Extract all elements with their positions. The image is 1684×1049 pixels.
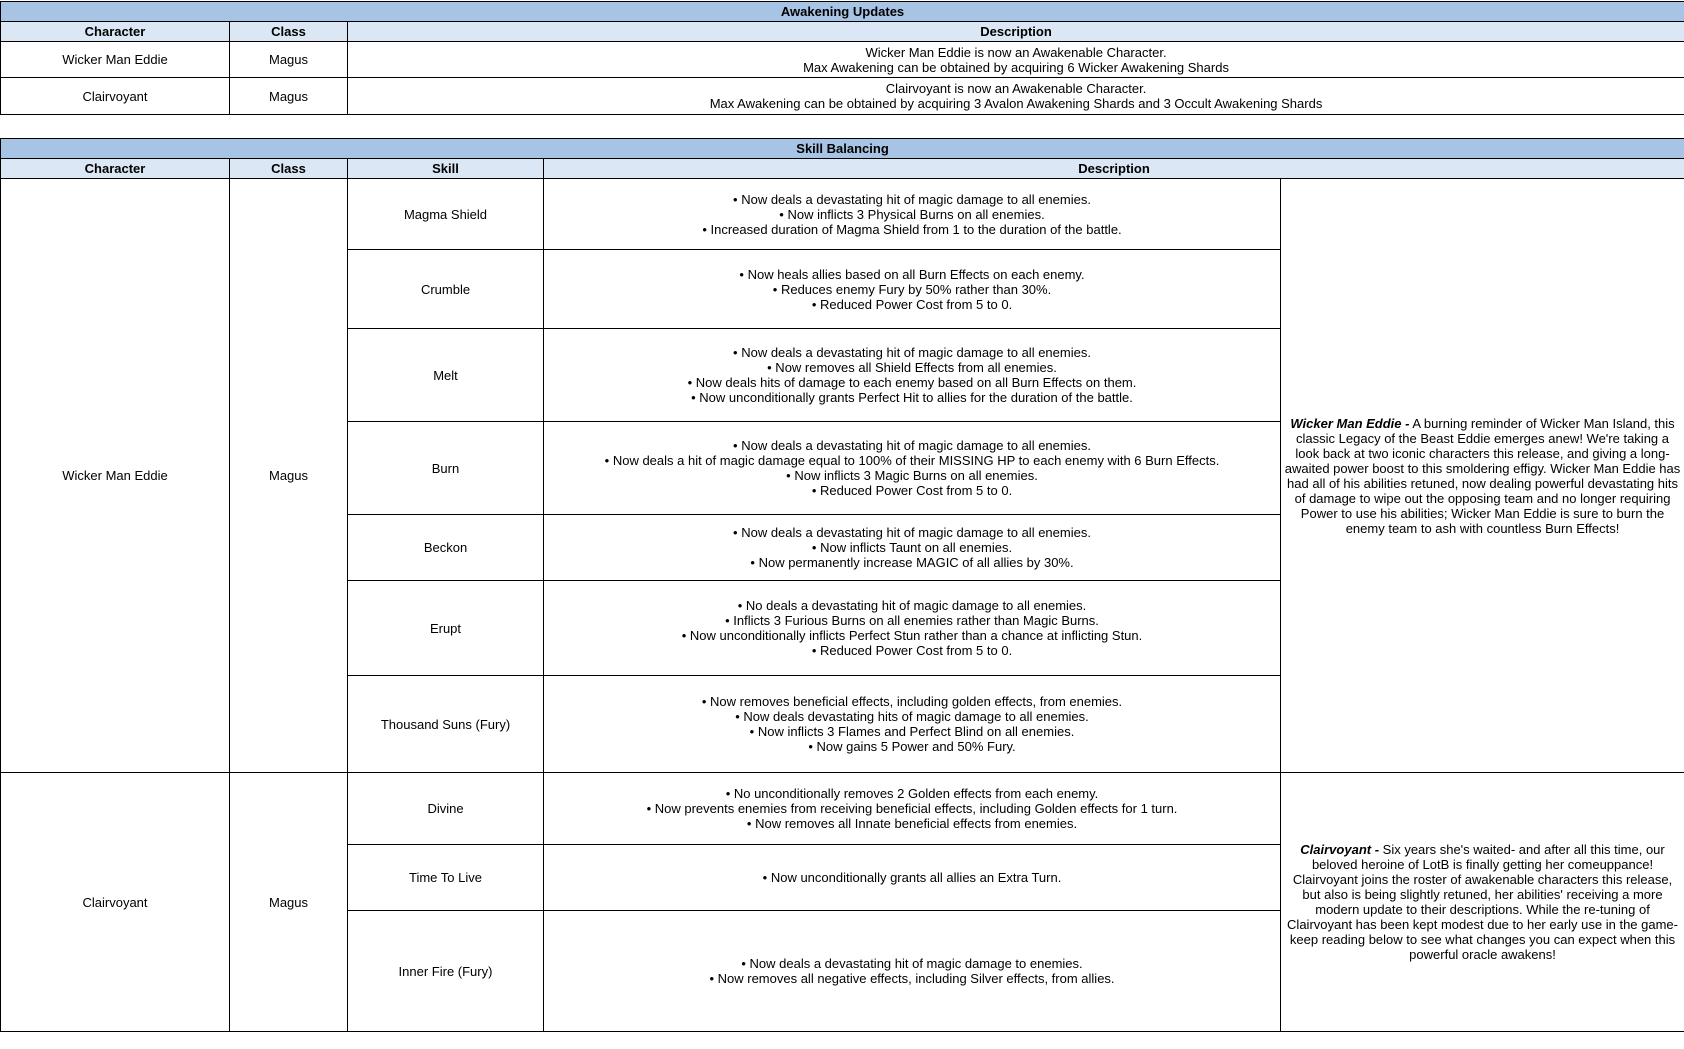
lore-name: Clairvoyant -: [1300, 842, 1380, 857]
skill-description-cell: • Now deals a devastating hit of magic d…: [543, 910, 1281, 1032]
description-line: • Now inflicts 3 Physical Burns on all e…: [779, 206, 1045, 222]
lore-text: A burning reminder of Wicker Man Island,…: [1284, 415, 1681, 536]
description-line: • Now inflicts 3 Magic Burns on all enem…: [786, 468, 1038, 483]
skill-description-cell: • Now unconditionally grants all allies …: [543, 844, 1281, 911]
table-row: Wicker Man Eddie Magus Wicker Man Eddie …: [0, 41, 1684, 78]
description-line: • Now deals devastating hits of magic da…: [735, 709, 1089, 724]
description-line: • Now deals hits of damage to each enemy…: [687, 375, 1137, 390]
character-cell: Wicker Man Eddie: [0, 41, 230, 78]
skill-cell: Erupt: [347, 580, 544, 676]
character-cell: Clairvoyant: [0, 772, 230, 1032]
class-cell: Magus: [229, 77, 348, 115]
class-cell: Magus: [229, 772, 348, 1032]
description-line: • Now deals a devastating hit of magic d…: [741, 956, 1083, 971]
awakening-title-row: Awakening Updates: [0, 1, 1684, 22]
skill-cell: Beckon: [347, 514, 544, 581]
table-row: Clairvoyant Magus Divine • No unconditio…: [0, 772, 1684, 1032]
table-row: Wicker Man Eddie Magus Magma Shield • No…: [0, 178, 1684, 773]
description-line: • Now permanently increase MAGIC of all …: [750, 555, 1074, 570]
skill-description-cell: • No deals a devastating hit of magic da…: [543, 580, 1281, 676]
description-line: • Reduced Power Cost from 5 to 0.: [811, 483, 1013, 498]
description-line: • Now deals a devastating hit of magic d…: [733, 191, 1091, 207]
table-row: Clairvoyant Magus Clairvoyant is now an …: [0, 77, 1684, 115]
description-line: • Now deals a devastating hit of magic d…: [733, 345, 1091, 360]
description-line: • Reduced Power Cost from 5 to 0.: [811, 643, 1013, 658]
description-line: • Increased duration of Magma Shield fro…: [702, 221, 1122, 237]
skill-description-cell: • Now deals a devastating hit of magic d…: [543, 421, 1281, 515]
skill-cell: Melt: [347, 328, 544, 422]
class-cell: Magus: [229, 41, 348, 78]
description-line: • Now deals a hit of magic damage equal …: [604, 453, 1220, 468]
description-line: • Now deals a devastating hit of magic d…: [733, 525, 1091, 540]
description-line: Clairvoyant is now an Awakenable Charact…: [885, 81, 1147, 96]
skill-cell: Crumble: [347, 249, 544, 329]
class-cell: Magus: [229, 178, 348, 773]
skill-cell: Time To Live: [347, 844, 544, 911]
description-line: • No unconditionally removes 2 Golden ef…: [725, 786, 1099, 801]
description-line: • Now removes beneficial effects, includ…: [701, 694, 1123, 709]
description-line: • Now removes all negative effects, incl…: [709, 971, 1115, 986]
skill-cell: Magma Shield: [347, 178, 544, 250]
description-line: Max Awakening can be obtained by acquiri…: [709, 96, 1323, 111]
description-cell: Clairvoyant is now an Awakenable Charact…: [346, 77, 1684, 115]
description-line: • Now unconditionally grants all allies …: [762, 870, 1062, 885]
description-line: • Now gains 5 Power and 50% Fury.: [808, 739, 1016, 754]
description-line: • Inflicts 3 Furious Burns on all enemie…: [725, 613, 1099, 628]
header-description: Description: [346, 21, 1684, 42]
awakening-header-row: Character Class Description: [0, 21, 1684, 42]
header-class: Class: [229, 21, 348, 42]
description-line: • Now prevents enemies from receiving be…: [646, 801, 1178, 816]
description-line: • Now inflicts 3 Flames and Perfect Blin…: [749, 724, 1075, 739]
skill-description-cell: • Now heals allies based on all Burn Eff…: [543, 249, 1281, 329]
lore-text: Six years she's waited- and after all th…: [1287, 842, 1678, 962]
character-cell: Clairvoyant: [0, 77, 230, 115]
skill-description-cell: • Now deals a devastating hit of magic d…: [543, 514, 1281, 581]
character-cell: Wicker Man Eddie: [0, 178, 230, 773]
character-lore-cell: Wicker Man Eddie - A burning reminder of…: [1279, 178, 1684, 773]
description-line: • Reduced Power Cost from 5 to 0.: [811, 296, 1013, 312]
header-character: Character: [0, 21, 230, 42]
description-cell: Wicker Man Eddie is now an Awakenable Ch…: [346, 41, 1684, 78]
header-description: Description: [542, 158, 1684, 179]
balancing-title-row: Skill Balancing: [0, 138, 1684, 159]
skill-cell: Thousand Suns (Fury): [347, 675, 544, 773]
skill-cell: Inner Fire (Fury): [347, 910, 544, 1032]
description-line: Max Awakening can be obtained by acquiri…: [803, 59, 1229, 75]
description-line: • Now inflicts Taunt on all enemies.: [811, 540, 1013, 555]
description-line: • Now deals a devastating hit of magic d…: [733, 438, 1091, 453]
header-class: Class: [229, 158, 348, 179]
character-lore-cell: Clairvoyant - Six years she's waited- an…: [1279, 772, 1684, 1032]
description-line: • No deals a devastating hit of magic da…: [737, 598, 1087, 613]
description-line: • Now heals allies based on all Burn Eff…: [739, 266, 1085, 282]
skill-description-cell: • Now removes beneficial effects, includ…: [543, 675, 1281, 773]
skill-cell: Divine: [347, 772, 544, 845]
balancing-header-row: Character Class Skill Description: [0, 158, 1684, 179]
description-line: • Now unconditionally inflicts Perfect S…: [681, 628, 1143, 643]
skill-description-cell: • Now deals a devastating hit of magic d…: [543, 328, 1281, 422]
skill-description-cell: • No unconditionally removes 2 Golden ef…: [543, 772, 1281, 845]
skill-description-cell: • Now deals a devastating hit of magic d…: [543, 178, 1281, 250]
description-line: • Now removes all Innate beneficial effe…: [746, 816, 1078, 831]
header-skill: Skill: [347, 158, 544, 179]
skill-balancing-table: Skill Balancing Character Class Skill De…: [0, 138, 1684, 1032]
description-line: Wicker Man Eddie is now an Awakenable Ch…: [865, 44, 1167, 60]
awakening-updates-table: Awakening Updates Character Class Descri…: [0, 1, 1684, 115]
skill-cell: Burn: [347, 421, 544, 515]
awakening-title: Awakening Updates: [0, 1, 1684, 22]
balancing-title: Skill Balancing: [0, 138, 1684, 159]
lore-name: Wicker Man Eddie -: [1290, 415, 1410, 431]
description-line: • Reduces enemy Fury by 50% rather than …: [772, 281, 1052, 297]
description-line: • Now removes all Shield Effects from al…: [767, 360, 1057, 375]
description-line: • Now unconditionally grants Perfect Hit…: [691, 390, 1133, 405]
header-character: Character: [0, 158, 230, 179]
